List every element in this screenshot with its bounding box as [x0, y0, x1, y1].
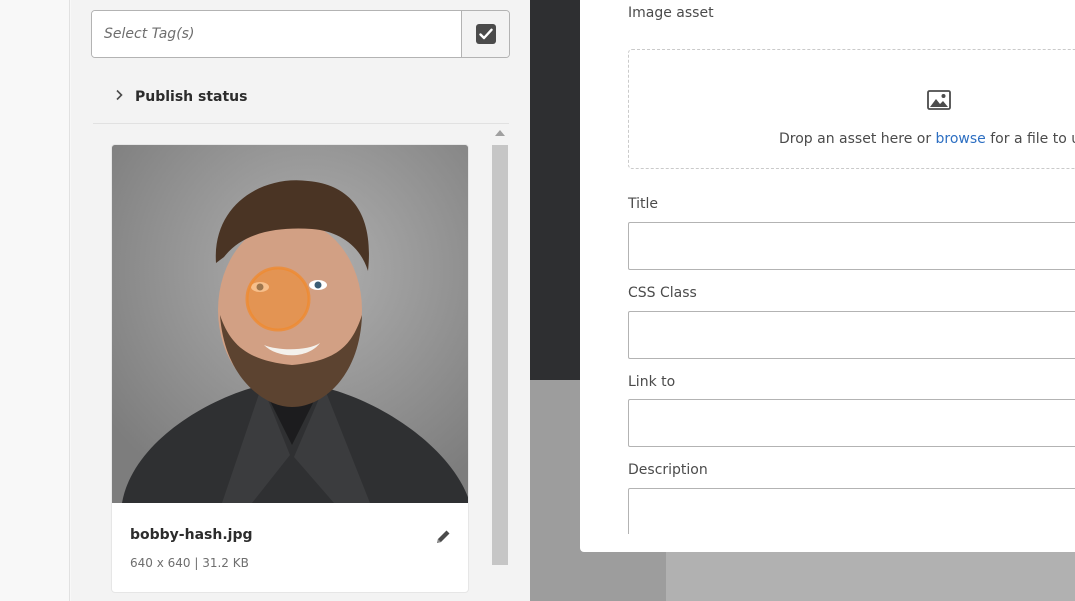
css-class-label: CSS Class — [628, 285, 697, 301]
asset-filename: bobby-hash.jpg — [130, 527, 253, 543]
dropzone-text: Drop an asset here or browse for a file … — [779, 131, 1075, 147]
title-label: Title — [628, 196, 659, 212]
scroll-up-icon[interactable] — [495, 130, 505, 136]
pencil-icon[interactable] — [434, 528, 452, 546]
description-label: Description — [628, 462, 708, 478]
dropzone-text-after: for a file to uplo — [990, 131, 1075, 147]
scrollbar-thumb[interactable] — [492, 145, 508, 565]
description-textarea[interactable] — [628, 488, 1075, 534]
link-to-label: Link to — [628, 374, 676, 390]
chevron-right-icon — [115, 89, 123, 105]
asset-card[interactable]: bobby-hash.jpg 640 x 640 | 31.2 KB — [111, 144, 469, 593]
tag-selector — [91, 10, 510, 58]
asset-thumbnail — [112, 145, 468, 503]
image-asset-label: Image asset — [628, 5, 714, 21]
browse-link[interactable]: browse — [936, 131, 986, 147]
asset-list-scrollbar[interactable] — [491, 126, 509, 566]
checkbox-checked-icon — [475, 24, 496, 44]
side-rail — [0, 0, 70, 601]
link-to-input[interactable] — [628, 399, 1075, 447]
tag-confirm-button[interactable] — [461, 11, 509, 57]
dropzone-text-before: Drop an asset here or — [779, 131, 936, 147]
publish-status-label: Publish status — [135, 88, 248, 105]
css-class-input[interactable] — [628, 311, 1075, 359]
asset-dropzone[interactable]: Drop an asset here or browse for a file … — [628, 49, 1075, 169]
asset-meta: 640 x 640 | 31.2 KB — [130, 556, 249, 570]
title-input[interactable] — [628, 222, 1075, 270]
asset-browser-panel: Publish status — [71, 0, 530, 601]
publish-status-toggle[interactable]: Publish status — [93, 70, 509, 124]
tag-input[interactable] — [92, 11, 461, 57]
image-icon — [927, 90, 951, 114]
image-component-dialog: Image asset Drop an asset here or browse… — [580, 0, 1075, 552]
